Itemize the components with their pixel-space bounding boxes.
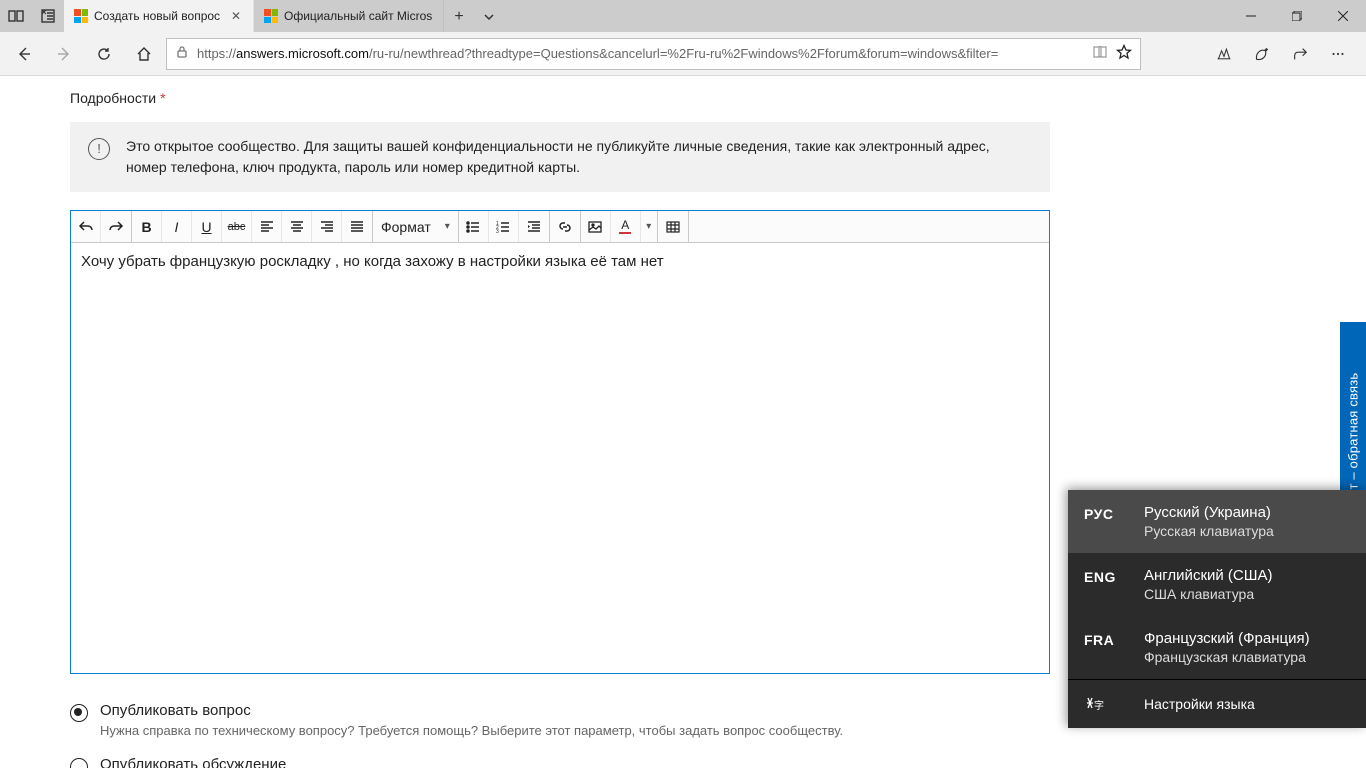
format-dropdown[interactable]: Формат ▾ [373,211,459,242]
publish-options: Опубликовать вопрос Нужна справка по тех… [70,702,1050,768]
align-center-button[interactable] [282,211,312,242]
ime-kb-name: США клавиатура [1144,586,1273,602]
window-controls [1228,0,1366,32]
notes-button[interactable] [1244,36,1280,72]
ime-kb-name: Французская клавиатура [1144,649,1310,665]
ime-lang-name: Французский (Франция) [1144,630,1310,647]
minimize-button[interactable] [1228,0,1274,32]
privacy-notice: ! Это открытое сообщество. Для защиты ва… [70,122,1050,192]
publish-discussion-option[interactable]: Опубликовать обсуждение [70,756,1050,768]
tab-actions-button[interactable] [0,0,32,32]
numbered-list-button[interactable]: 123 [489,211,519,242]
table-button[interactable] [658,211,688,242]
text-color-caret[interactable]: ▾ [641,211,657,242]
maximize-button[interactable] [1274,0,1320,32]
favorite-star-icon[interactable] [1116,44,1132,63]
svg-text:3: 3 [496,229,499,235]
strikethrough-button[interactable]: abc [222,211,252,242]
svg-text:字: 字 [1094,699,1104,712]
publish-question-desc: Нужна справка по техническому вопросу? Т… [100,723,843,738]
tab-title: Официальный сайт Micros [284,9,433,23]
home-button[interactable] [126,36,162,72]
language-settings-icon: 字 [1084,694,1126,714]
reading-view-icon[interactable] [1092,44,1108,63]
toolbar-right [1206,36,1356,72]
ime-kb-name: Русская клавиатура [1144,523,1274,539]
url-text: https://answers.microsoft.com/ru-ru/newt… [197,46,1084,61]
tab-0[interactable]: Создать новый вопрос ✕ [64,0,254,32]
form-content: Подробности* ! Это открытое сообщество. … [70,76,1050,768]
forward-button[interactable] [46,36,82,72]
favorites-hub-button[interactable] [1206,36,1242,72]
window-titlebar: Создать новый вопрос ✕ Официальный сайт … [0,0,1366,32]
link-button[interactable] [550,211,580,242]
align-left-button[interactable] [252,211,282,242]
back-button[interactable] [6,36,42,72]
publish-question-option[interactable]: Опубликовать вопрос Нужна справка по тех… [70,702,1050,738]
bullet-list-button[interactable] [459,211,489,242]
settings-more-button[interactable] [1320,36,1356,72]
italic-button[interactable]: I [162,211,192,242]
tab-strip: Создать новый вопрос ✕ Официальный сайт … [64,0,1228,32]
align-right-button[interactable] [312,211,342,242]
tab-close-button[interactable]: ✕ [229,9,243,23]
ime-item-rus[interactable]: РУС Русский (Украина) Русская клавиатура [1068,490,1366,553]
ime-item-eng[interactable]: ENG Английский (США) США клавиатура [1068,553,1366,616]
ime-code: ENG [1084,567,1126,585]
redo-button[interactable] [101,211,131,242]
outdent-button[interactable] [519,211,549,242]
tab-title: Создать новый вопрос [94,9,223,23]
align-justify-button[interactable] [342,211,372,242]
ms-logo-icon [264,9,278,23]
text-color-button[interactable]: A [611,211,641,242]
address-input[interactable]: https://answers.microsoft.com/ru-ru/newt… [166,38,1141,70]
radio-selected-icon [70,704,88,722]
radio-unselected-icon [70,758,88,768]
caret-down-icon: ▾ [445,221,450,232]
privacy-notice-text: Это открытое сообщество. Для защиты ваше… [126,136,1032,178]
editor-textarea[interactable]: Хочу убрать французкую роскладку , но ко… [71,243,1049,673]
tab-1[interactable]: Официальный сайт Micros [254,0,444,32]
address-bar-row: https://answers.microsoft.com/ru-ru/newt… [0,32,1366,76]
lock-icon [175,45,189,62]
ime-code: FRA [1084,630,1126,648]
info-icon: ! [88,138,110,160]
publish-discussion-title: Опубликовать обсуждение [100,756,286,768]
bold-button[interactable]: B [132,211,162,242]
new-tab-button[interactable]: + [444,2,474,32]
tabs-chevron-button[interactable] [474,2,504,32]
ime-settings-label: Настройки языка [1144,696,1255,712]
details-label: Подробности* [70,90,1050,106]
ime-lang-name: Русский (Украина) [1144,504,1274,521]
editor-toolbar: B I U abc Формат ▾ 123 [71,211,1049,243]
language-switcher-flyout: РУС Русский (Украина) Русская клавиатура… [1068,490,1366,728]
ime-item-fra[interactable]: FRA Французский (Франция) Французская кл… [1068,616,1366,679]
ime-language-settings[interactable]: 字 Настройки языка [1068,679,1366,728]
underline-button[interactable]: U [192,211,222,242]
refresh-button[interactable] [86,36,122,72]
undo-button[interactable] [71,211,101,242]
ms-logo-icon [74,9,88,23]
ime-lang-name: Английский (США) [1144,567,1273,584]
set-aside-tabs-button[interactable] [32,0,64,32]
rich-text-editor: B I U abc Формат ▾ 123 [70,210,1050,674]
share-button[interactable] [1282,36,1318,72]
close-window-button[interactable] [1320,0,1366,32]
image-button[interactable] [581,211,611,242]
ime-code: РУС [1084,504,1126,522]
titlebar-left [0,0,64,32]
publish-question-title: Опубликовать вопрос [100,702,843,719]
